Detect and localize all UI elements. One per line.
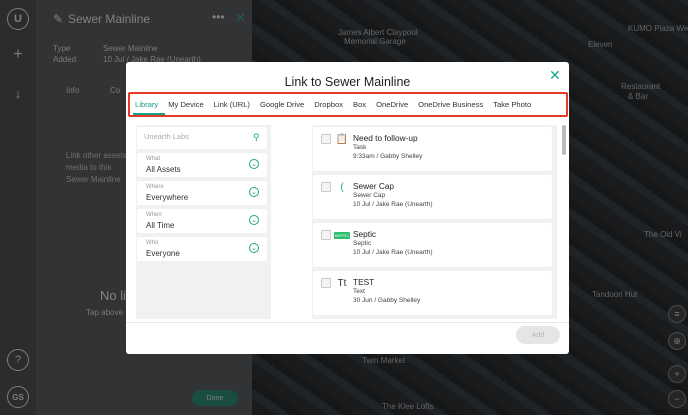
- item-name: Sewer Cap: [353, 181, 395, 191]
- list-item[interactable]: SEPTIC Septic Septic 10 Jul / Jake Rae (…: [313, 223, 552, 267]
- list-item[interactable]: Tt TEST Text 30 Jun / Gabby Shelley: [313, 271, 552, 315]
- item-checkbox[interactable]: [321, 134, 331, 144]
- filter-label: What: [146, 156, 161, 162]
- filter-where[interactable]: Where Everywhere ⌄: [137, 181, 267, 205]
- tab-link-url[interactable]: Link (URL): [209, 100, 255, 109]
- item-checkbox[interactable]: [321, 230, 331, 240]
- list-item[interactable]: 📋 Need to follow-up Task 9:33am / Gabby …: [313, 127, 552, 171]
- list-scrollbar[interactable]: [562, 125, 566, 155]
- tab-onedrive-business[interactable]: OneDrive Business: [413, 100, 488, 109]
- item-type: Sewer Cap: [353, 192, 386, 199]
- item-name: Septic: [353, 229, 377, 239]
- text-icon: Tt: [337, 277, 347, 289]
- tab-my-device[interactable]: My Device: [163, 100, 208, 109]
- tab-box[interactable]: Box: [348, 100, 371, 109]
- filter-value: All Assets: [146, 165, 181, 174]
- search-box: ⚲: [137, 127, 267, 149]
- search-icon[interactable]: ⚲: [253, 132, 260, 143]
- library-list[interactable]: 📋 Need to follow-up Task 9:33am / Gabby …: [312, 125, 557, 319]
- close-icon[interactable]: ✕: [549, 67, 561, 84]
- add-button[interactable]: Add: [516, 326, 560, 344]
- active-tab-indicator: [133, 113, 165, 115]
- filter-column: ⚲ What All Assets ⌄ Where Everywhere ⌄ W…: [136, 125, 271, 319]
- filter-what[interactable]: What All Assets ⌄: [137, 153, 267, 177]
- item-meta: 9:33am / Gabby Shelley: [353, 153, 423, 160]
- search-input[interactable]: [144, 132, 244, 141]
- item-meta: 10 Jul / Jake Rae (Unearth): [353, 249, 433, 256]
- item-checkbox[interactable]: [321, 182, 331, 192]
- item-name: TEST: [353, 277, 375, 287]
- filter-when[interactable]: When All Time ⌄: [137, 209, 267, 233]
- item-name: Need to follow-up: [353, 133, 418, 143]
- list-item[interactable]: ( Sewer Cap Sewer Cap 10 Jul / Jake Rae …: [313, 175, 552, 219]
- septic-icon: SEPTIC: [333, 229, 351, 241]
- filter-value: Everywhere: [146, 193, 189, 202]
- chevron-down-icon: ⌄: [249, 159, 259, 169]
- source-tabs: Library My Device Link (URL) Google Driv…: [128, 92, 568, 117]
- chevron-down-icon: ⌄: [249, 215, 259, 225]
- tab-onedrive[interactable]: OneDrive: [371, 100, 413, 109]
- sewer-cap-icon: (: [340, 181, 344, 193]
- item-meta: 10 Jul / Jake Rae (Unearth): [353, 201, 433, 208]
- item-type: Text: [353, 288, 365, 295]
- link-modal: Link to Sewer Mainline ✕ Library My Devi…: [126, 62, 569, 354]
- tab-take-photo[interactable]: Take Photo: [488, 100, 536, 109]
- item-type: Septic: [353, 240, 372, 247]
- tab-google-drive[interactable]: Google Drive: [255, 100, 309, 109]
- modal-title: Link to Sewer Mainline: [284, 75, 411, 89]
- tab-library[interactable]: Library: [130, 100, 163, 109]
- filter-label: When: [146, 212, 162, 218]
- filter-value: Everyone: [146, 249, 180, 258]
- clipboard-icon: 📋: [335, 133, 349, 145]
- chevron-down-icon: ⌄: [249, 243, 259, 253]
- item-meta: 30 Jun / Gabby Shelley: [353, 297, 421, 304]
- tab-dropbox[interactable]: Dropbox: [309, 100, 348, 109]
- filter-value: All Time: [146, 221, 175, 230]
- filter-who[interactable]: Who Everyone ⌄: [137, 237, 267, 261]
- item-checkbox[interactable]: [321, 278, 331, 288]
- filter-label: Where: [146, 184, 164, 190]
- chevron-down-icon: ⌄: [249, 187, 259, 197]
- footer-divider: [126, 322, 569, 323]
- septic-badge: SEPTIC: [333, 231, 351, 239]
- item-type: Task: [353, 144, 367, 151]
- filter-label: Who: [146, 240, 159, 246]
